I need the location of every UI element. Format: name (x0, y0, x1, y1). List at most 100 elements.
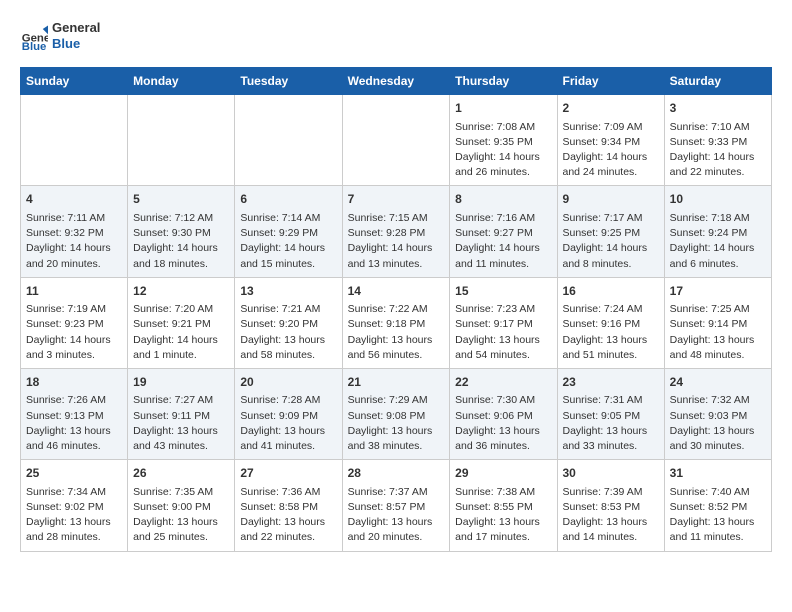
day-info-line: Sunrise: 7:35 AM (133, 485, 229, 500)
calendar-cell (235, 95, 342, 186)
day-info-line: Daylight: 14 hours (455, 150, 551, 165)
day-info-line: Daylight: 13 hours (563, 333, 659, 348)
day-info-line: Daylight: 13 hours (26, 424, 122, 439)
calendar-cell: 31Sunrise: 7:40 AMSunset: 8:52 PMDayligh… (664, 460, 771, 551)
day-number: 13 (240, 283, 336, 300)
calendar-week-row: 18Sunrise: 7:26 AMSunset: 9:13 PMDayligh… (21, 368, 772, 459)
day-info-line: and 13 minutes. (348, 257, 445, 272)
day-info-line: Sunrise: 7:38 AM (455, 485, 551, 500)
calendar-cell: 10Sunrise: 7:18 AMSunset: 9:24 PMDayligh… (664, 186, 771, 277)
calendar-cell (128, 95, 235, 186)
day-info-line: Sunset: 9:34 PM (563, 135, 659, 150)
day-info-line: Daylight: 14 hours (133, 241, 229, 256)
day-info-line: Sunrise: 7:27 AM (133, 393, 229, 408)
weekday-header-monday: Monday (128, 68, 235, 95)
logo-text: GeneralBlue (52, 20, 100, 51)
day-info-line: and 17 minutes. (455, 530, 551, 545)
day-number: 20 (240, 374, 336, 391)
day-number: 25 (26, 465, 122, 482)
day-number: 14 (348, 283, 445, 300)
calendar-cell: 26Sunrise: 7:35 AMSunset: 9:00 PMDayligh… (128, 460, 235, 551)
day-info-line: and 43 minutes. (133, 439, 229, 454)
day-info-line: Sunrise: 7:30 AM (455, 393, 551, 408)
page-header: General Blue GeneralBlue (20, 20, 772, 51)
calendar-cell: 13Sunrise: 7:21 AMSunset: 9:20 PMDayligh… (235, 277, 342, 368)
day-info-line: and 56 minutes. (348, 348, 445, 363)
calendar-week-row: 11Sunrise: 7:19 AMSunset: 9:23 PMDayligh… (21, 277, 772, 368)
day-info-line: Daylight: 13 hours (455, 424, 551, 439)
day-info-line: Sunset: 9:17 PM (455, 317, 551, 332)
day-info-line: Sunrise: 7:34 AM (26, 485, 122, 500)
day-info-line: Sunrise: 7:23 AM (455, 302, 551, 317)
day-info-line: Sunrise: 7:18 AM (670, 211, 766, 226)
day-info-line: Sunset: 8:55 PM (455, 500, 551, 515)
day-info-line: Sunset: 9:13 PM (26, 409, 122, 424)
day-info-line: Daylight: 13 hours (348, 424, 445, 439)
day-info-line: Sunset: 8:53 PM (563, 500, 659, 515)
day-info-line: Sunset: 9:02 PM (26, 500, 122, 515)
calendar-cell (342, 95, 450, 186)
day-info-line: and 25 minutes. (133, 530, 229, 545)
day-info-line: Daylight: 14 hours (563, 241, 659, 256)
calendar-cell: 29Sunrise: 7:38 AMSunset: 8:55 PMDayligh… (450, 460, 557, 551)
logo-blue: Blue (52, 36, 100, 52)
day-info-line: Sunrise: 7:09 AM (563, 120, 659, 135)
day-number: 31 (670, 465, 766, 482)
day-info-line: and 22 minutes. (240, 530, 336, 545)
day-info-line: Daylight: 14 hours (133, 333, 229, 348)
calendar-cell: 17Sunrise: 7:25 AMSunset: 9:14 PMDayligh… (664, 277, 771, 368)
day-number: 26 (133, 465, 229, 482)
day-info-line: and 15 minutes. (240, 257, 336, 272)
day-info-line: and 28 minutes. (26, 530, 122, 545)
day-info-line: Sunset: 9:27 PM (455, 226, 551, 241)
day-info-line: Sunset: 9:05 PM (563, 409, 659, 424)
day-info-line: Sunset: 9:32 PM (26, 226, 122, 241)
day-number: 24 (670, 374, 766, 391)
calendar-cell: 11Sunrise: 7:19 AMSunset: 9:23 PMDayligh… (21, 277, 128, 368)
day-info-line: and 51 minutes. (563, 348, 659, 363)
day-info-line: Daylight: 13 hours (240, 333, 336, 348)
day-number: 30 (563, 465, 659, 482)
calendar-cell: 20Sunrise: 7:28 AMSunset: 9:09 PMDayligh… (235, 368, 342, 459)
day-number: 2 (563, 100, 659, 117)
calendar-cell: 23Sunrise: 7:31 AMSunset: 9:05 PMDayligh… (557, 368, 664, 459)
day-info-line: Daylight: 14 hours (455, 241, 551, 256)
day-info-line: Sunrise: 7:36 AM (240, 485, 336, 500)
day-number: 3 (670, 100, 766, 117)
calendar-cell: 7Sunrise: 7:15 AMSunset: 9:28 PMDaylight… (342, 186, 450, 277)
day-number: 7 (348, 191, 445, 208)
day-info-line: and 54 minutes. (455, 348, 551, 363)
day-info-line: Daylight: 14 hours (348, 241, 445, 256)
day-info-line: and 36 minutes. (455, 439, 551, 454)
day-info-line: Daylight: 13 hours (133, 424, 229, 439)
day-number: 8 (455, 191, 551, 208)
day-info-line: Sunset: 9:20 PM (240, 317, 336, 332)
day-info-line: and 48 minutes. (670, 348, 766, 363)
day-info-line: Sunrise: 7:12 AM (133, 211, 229, 226)
day-info-line: Sunrise: 7:10 AM (670, 120, 766, 135)
day-info-line: Sunset: 9:14 PM (670, 317, 766, 332)
day-info-line: and 26 minutes. (455, 165, 551, 180)
day-info-line: Sunset: 9:21 PM (133, 317, 229, 332)
logo-general: General (52, 20, 100, 36)
calendar-week-row: 4Sunrise: 7:11 AMSunset: 9:32 PMDaylight… (21, 186, 772, 277)
calendar-cell: 9Sunrise: 7:17 AMSunset: 9:25 PMDaylight… (557, 186, 664, 277)
day-number: 4 (26, 191, 122, 208)
day-info-line: Sunset: 9:29 PM (240, 226, 336, 241)
day-info-line: Sunrise: 7:37 AM (348, 485, 445, 500)
day-info-line: and 30 minutes. (670, 439, 766, 454)
day-info-line: Sunrise: 7:25 AM (670, 302, 766, 317)
day-number: 11 (26, 283, 122, 300)
calendar-week-row: 1Sunrise: 7:08 AMSunset: 9:35 PMDaylight… (21, 95, 772, 186)
day-info-line: Daylight: 13 hours (240, 424, 336, 439)
logo-icon: General Blue (20, 22, 48, 50)
day-info-line: Sunset: 9:28 PM (348, 226, 445, 241)
calendar-cell: 27Sunrise: 7:36 AMSunset: 8:58 PMDayligh… (235, 460, 342, 551)
calendar-cell: 19Sunrise: 7:27 AMSunset: 9:11 PMDayligh… (128, 368, 235, 459)
day-info-line: Daylight: 14 hours (26, 333, 122, 348)
day-info-line: Sunset: 9:11 PM (133, 409, 229, 424)
day-info-line: Sunset: 9:25 PM (563, 226, 659, 241)
calendar-cell: 28Sunrise: 7:37 AMSunset: 8:57 PMDayligh… (342, 460, 450, 551)
weekday-header-saturday: Saturday (664, 68, 771, 95)
day-info-line: Sunrise: 7:29 AM (348, 393, 445, 408)
